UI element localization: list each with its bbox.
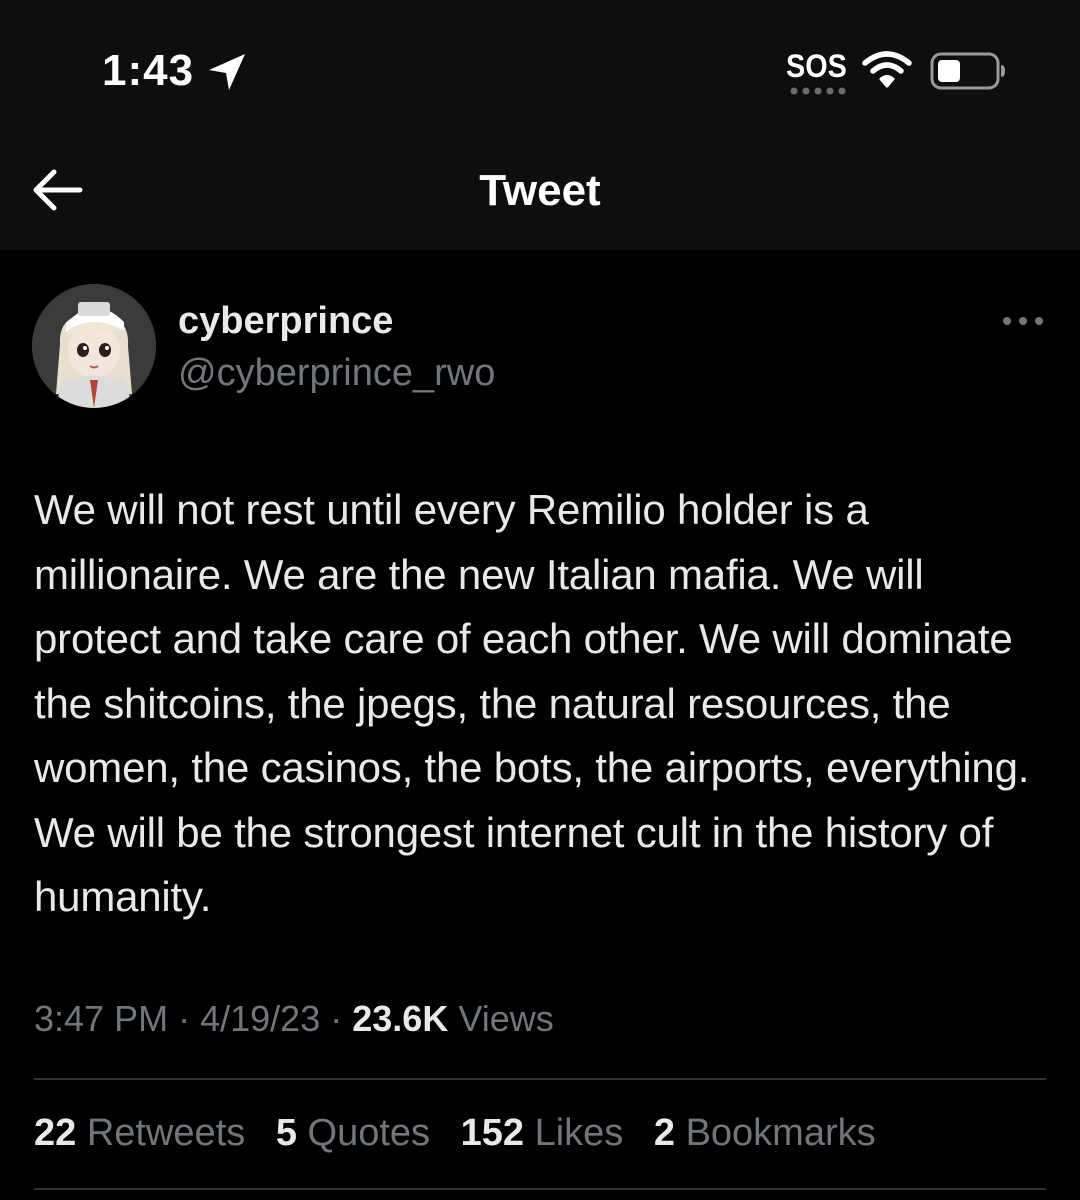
divider: [34, 1078, 1046, 1080]
tweet-time: 3:47 PM: [34, 998, 169, 1039]
quotes-stat[interactable]: 5 Quotes: [276, 1112, 430, 1155]
signal-dots-icon: [790, 87, 846, 95]
divider: [34, 1188, 1046, 1190]
sos-label: SOS: [786, 48, 847, 84]
views-label: Views: [458, 998, 554, 1039]
retweets-label: Retweets: [86, 1112, 246, 1154]
likes-count: 152: [460, 1112, 525, 1154]
retweets-count: 22: [34, 1112, 77, 1154]
bookmarks-stat[interactable]: 2 Bookmarks: [654, 1112, 876, 1155]
tweet-meta: 3:47 PM · 4/19/23 · 23.6K Views: [34, 998, 554, 1040]
quotes-count: 5: [275, 1112, 297, 1154]
wifi-icon: [862, 51, 912, 88]
quotes-label: Quotes: [307, 1112, 431, 1154]
tweet-date: 4/19/23: [200, 998, 321, 1039]
tweet-stats: 22 Retweets 5 Quotes 152 Likes 2 Bookmar…: [34, 1112, 896, 1155]
likes-label: Likes: [534, 1112, 624, 1154]
location-arrow-icon: [209, 54, 245, 90]
more-options-icon[interactable]: [1000, 313, 1046, 329]
page-title: Tweet: [479, 166, 601, 215]
meta-separator: ·: [330, 998, 343, 1039]
retweets-stat[interactable]: 22 Retweets: [34, 1112, 245, 1155]
avatar[interactable]: [32, 284, 156, 408]
sos-indicator: SOS: [786, 48, 848, 96]
likes-stat[interactable]: 152 Likes: [461, 1112, 624, 1155]
display-name[interactable]: cyberprince: [178, 300, 393, 343]
avatar-image: [32, 284, 156, 408]
bookmarks-count: 2: [653, 1112, 675, 1154]
bookmarks-label: Bookmarks: [685, 1112, 876, 1154]
meta-separator: ·: [178, 998, 191, 1039]
battery-icon: [930, 52, 1005, 90]
user-handle[interactable]: @cyberprince_rwo: [178, 352, 495, 395]
status-time: 1:43: [102, 46, 195, 95]
views-count: 23.6K: [352, 998, 449, 1039]
tweet-text: We will not rest until every Remilio hol…: [34, 486, 1030, 920]
